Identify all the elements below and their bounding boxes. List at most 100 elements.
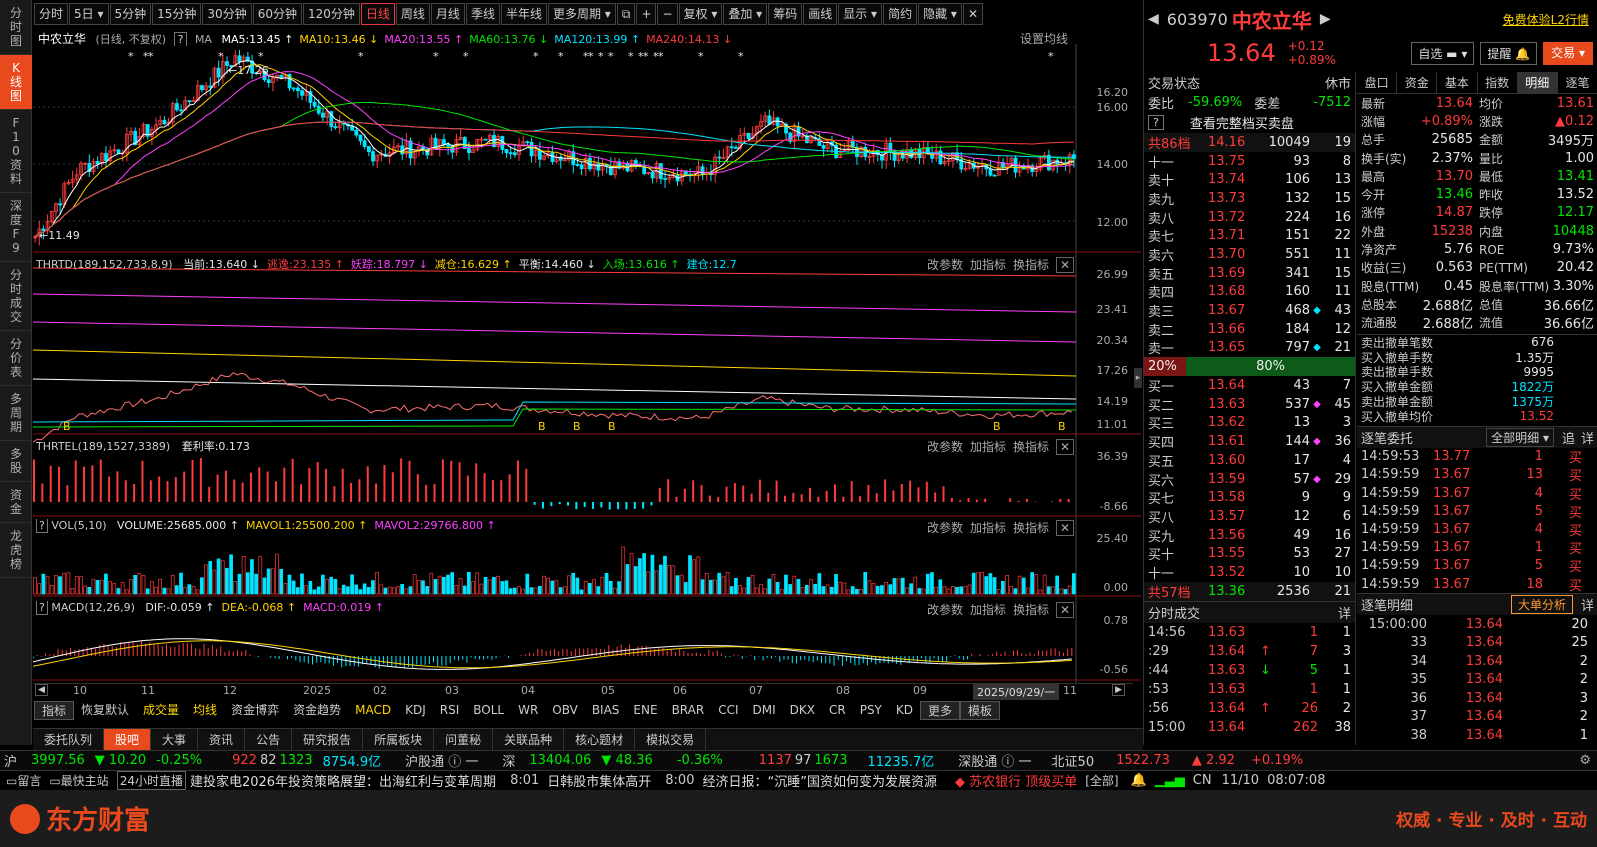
bottom-tab-6[interactable]: 所属板块	[363, 729, 435, 751]
help-icon[interactable]: ?	[1148, 115, 1164, 130]
nav-item-5[interactable]: 分价表	[0, 331, 32, 386]
scroll-right-icon[interactable]: ▶	[1112, 684, 1125, 696]
settings-icon[interactable]: ⚙	[1579, 753, 1591, 768]
nav-item-4[interactable]: 分时成交	[0, 262, 32, 331]
panel-close-icon[interactable]: ✕	[1056, 602, 1075, 618]
book-price[interactable]: 13.64	[1208, 378, 1258, 393]
chart-canvas[interactable]: 16.20 16.00 14.00 12.00 26.99 23.41 20.34 17.26…	[33, 44, 1141, 684]
indicator-6[interactable]: MACD	[348, 701, 398, 720]
quote-tab-3[interactable]: 指数	[1478, 72, 1518, 93]
toggle-icon[interactable]: ⧉	[616, 3, 636, 25]
scroll-left-icon[interactable]: ◀	[35, 684, 48, 696]
period-tab-7[interactable]: 日线	[360, 3, 395, 25]
live-button[interactable]: 24小时直播	[116, 771, 186, 790]
quote-tab-2[interactable]: 基本	[1437, 72, 1478, 93]
bottom-tab-5[interactable]: 研究报告	[292, 729, 364, 751]
panel-ctrl-1[interactable]: 加指标	[970, 521, 1006, 535]
indicator-9[interactable]: BOLL	[466, 701, 511, 720]
period-tab-9[interactable]: 月线	[430, 3, 465, 25]
bottom-tab-7[interactable]: 问董秘	[434, 729, 494, 751]
indicator-1[interactable]: 恢复默认	[74, 701, 136, 720]
close-icon[interactable]: ✕	[962, 3, 983, 25]
book-price[interactable]: 13.52	[1208, 565, 1258, 580]
book-price[interactable]: 13.68	[1208, 284, 1258, 299]
period-tab-11[interactable]: 半年线	[500, 3, 547, 25]
nav-item-2[interactable]: F10资料	[0, 110, 32, 193]
panel-ctrl-0[interactable]: 改参数	[927, 440, 963, 454]
big-order-button[interactable]: 大单分析	[1510, 595, 1573, 615]
book-price[interactable]: 13.36	[1208, 584, 1258, 599]
indicator-17[interactable]: DKX	[783, 701, 822, 720]
period-tab-0[interactable]: 分时	[34, 3, 69, 25]
book-price[interactable]: 13.59	[1208, 472, 1258, 487]
period-tab-2[interactable]: 5分钟	[109, 3, 152, 25]
panel-ctrl-0[interactable]: 改参数	[927, 521, 963, 535]
bell-icon[interactable]: 🔔	[1131, 773, 1147, 788]
trade-button[interactable]: 交易 ▾	[1543, 41, 1593, 65]
panel-ctrl-0[interactable]: 改参数	[927, 258, 963, 272]
panel-close-icon[interactable]: ✕	[1056, 257, 1075, 273]
entrust-filter[interactable]: 全部明细 ▾	[1486, 427, 1554, 447]
panel-ctrl-1[interactable]: 加指标	[970, 258, 1006, 272]
bottom-tab-1[interactable]: 股吧	[104, 729, 152, 751]
panel-ctrl-2[interactable]: 换指标	[1013, 440, 1049, 454]
bottom-tab-2[interactable]: 大事	[151, 729, 199, 751]
book-price[interactable]: 13.74	[1208, 172, 1258, 187]
alert-button[interactable]: 提醒 🔔	[1480, 41, 1538, 65]
indicator-13[interactable]: ENE	[626, 701, 664, 720]
bottom-tab-9[interactable]: 核心题材	[564, 729, 636, 751]
next-stock-icon[interactable]: ▶	[1320, 11, 1331, 27]
news-item[interactable]: 建投家电2026年投资策略展望：出海红利与变革周期	[190, 771, 496, 790]
indicator-0[interactable]: 指标	[34, 700, 75, 720]
zoom-in-icon[interactable]: +	[636, 3, 657, 25]
indicator-8[interactable]: RSI	[433, 701, 467, 720]
nav-item-7[interactable]: 多股	[0, 441, 32, 482]
period-tab-5[interactable]: 60分钟	[252, 3, 302, 25]
panel-ctrl-1[interactable]: 加指标	[970, 440, 1006, 454]
indicator-12[interactable]: BIAS	[585, 701, 627, 720]
zoom-out-icon[interactable]: −	[657, 3, 678, 25]
bottom-tab-8[interactable]: 关联品种	[493, 729, 565, 751]
period-tab-1[interactable]: 5日 ▾	[69, 3, 109, 25]
panel-ctrl-2[interactable]: 换指标	[1013, 258, 1049, 272]
book-price[interactable]: 13.58	[1208, 490, 1258, 505]
book-price[interactable]: 13.72	[1208, 210, 1258, 225]
period-tab-4[interactable]: 30分钟	[202, 3, 252, 25]
sh-connect[interactable]: 沪股通 ⓘ 一	[405, 751, 478, 770]
prev-stock-icon[interactable]: ◀	[1148, 11, 1159, 27]
nav-item-8[interactable]: 资金	[0, 482, 32, 523]
indicator-19[interactable]: PSY	[853, 701, 889, 720]
indicator-5[interactable]: 资金趋势	[286, 701, 348, 720]
help-icon[interactable]: ?	[36, 519, 48, 533]
l2-promo-link[interactable]: 免费体验L2行情	[1503, 11, 1589, 28]
nav-item-1[interactable]: K线图	[0, 55, 32, 110]
watchlist-button[interactable]: 自选 ▬ ▾	[1411, 41, 1475, 65]
indicator-7[interactable]: KDJ	[398, 701, 433, 720]
book-price[interactable]: 13.56	[1208, 528, 1258, 543]
book-price[interactable]: 14.16	[1208, 135, 1258, 150]
indicator-18[interactable]: CR	[822, 701, 853, 720]
indicator-11[interactable]: OBV	[545, 701, 585, 720]
hot-news[interactable]: ◆ 苏农银行 顶级买单	[955, 771, 1077, 790]
entrust-detail-button[interactable]: 详	[1581, 428, 1594, 447]
sz-connect[interactable]: 深股通 ⓘ 一	[958, 751, 1031, 770]
tool-button-0[interactable]: 复权 ▾	[678, 3, 723, 25]
ticks-detail-button[interactable]: 详	[1338, 603, 1351, 622]
indicator-3[interactable]: 均线	[186, 701, 224, 720]
news-item[interactable]: 经济日报：“沉睡”国资如何变为发展资源	[702, 771, 936, 790]
indicator-16[interactable]: DMI	[746, 701, 783, 720]
panel-ctrl-1[interactable]: 加指标	[970, 603, 1006, 617]
full-book-link[interactable]: 查看完整档买卖盘	[1190, 113, 1294, 132]
panel-ctrl-0[interactable]: 改参数	[927, 603, 963, 617]
indicator-15[interactable]: CCI	[711, 701, 745, 720]
tool-button-4[interactable]: 显示 ▾	[838, 3, 883, 25]
book-price[interactable]: 13.69	[1208, 266, 1258, 281]
book-price[interactable]: 13.66	[1208, 322, 1258, 337]
best-server-button[interactable]: ▭最快主站	[49, 772, 108, 789]
quote-tab-5[interactable]: 逐笔	[1558, 72, 1597, 93]
nav-item-9[interactable]: 龙虎榜	[0, 523, 32, 578]
bottom-tab-0[interactable]: 委托队列	[33, 729, 105, 751]
book-price[interactable]: 13.60	[1208, 453, 1258, 468]
panel-close-icon[interactable]: ✕	[1056, 520, 1075, 536]
all-button[interactable]: [全部]	[1085, 772, 1118, 789]
